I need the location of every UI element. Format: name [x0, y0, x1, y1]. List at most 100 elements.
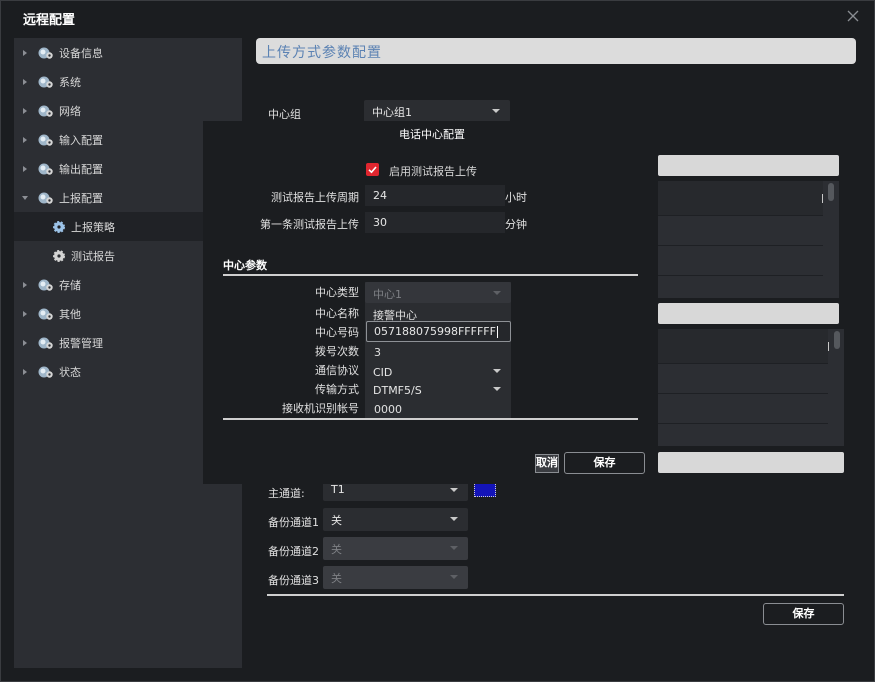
first-report-unit: 分钟 [505, 218, 527, 231]
backup-channel-3-label: 备份通道3 [268, 574, 319, 587]
sidebar-item-label: 状态 [59, 365, 81, 379]
sidebar-item-label: 其他 [59, 307, 81, 321]
backup-channel-1-value: 关 [331, 514, 342, 527]
test-period-input[interactable]: 24 [365, 185, 505, 206]
caret-right-icon[interactable] [23, 78, 27, 85]
sidebar-item-device-info[interactable]: 设备信息 [14, 38, 242, 67]
section-header: 上传方式参数配置 [256, 38, 856, 64]
title-bar: 远程配置 [1, 1, 874, 35]
chevron-down-icon [493, 387, 501, 391]
receiver-id-label: 接收机识别帐号 [282, 402, 359, 415]
center-params-title: 中心参数 [223, 259, 267, 272]
caret-right-icon[interactable] [23, 136, 27, 143]
checkmark-icon [368, 166, 377, 174]
enable-test-report-checkbox[interactable] [366, 163, 379, 176]
gear-globe-icon [38, 337, 53, 349]
save-button[interactable]: 保存 [763, 603, 844, 625]
backup-channel-2-select[interactable]: 关 [323, 537, 468, 560]
center-number-label: 中心号码 [315, 326, 359, 339]
sidebar-item-label: 设备信息 [59, 46, 103, 60]
divider [267, 594, 844, 596]
test-period-unit: 小时 [505, 191, 527, 204]
receiver-id-value[interactable]: 0000 [374, 403, 402, 416]
cancel-button[interactable]: 取消 [535, 454, 559, 473]
gear-globe-icon [38, 279, 53, 291]
gear-globe-icon [38, 308, 53, 320]
main-channel-label: 主通道: [268, 487, 305, 500]
dial-count-value[interactable]: 3 [374, 346, 381, 359]
test-period-label: 测试报告上传周期 [271, 191, 359, 204]
gear-icon [53, 249, 65, 262]
chevron-down-icon [450, 575, 458, 579]
transfer-mode-select[interactable]: DTMF5/S [365, 380, 511, 398]
first-report-label: 第一条测试报告上传 [260, 218, 359, 231]
center-type-select[interactable]: 中心1 [365, 282, 511, 303]
backup-channel-1-select[interactable]: 关 [323, 508, 468, 531]
sidebar-item-label: 网络 [59, 104, 81, 118]
sidebar-item-label: 上报策略 [71, 220, 115, 234]
caret-right-icon[interactable] [23, 310, 27, 317]
focused-setting-button[interactable] [474, 483, 496, 497]
chevron-down-icon [492, 109, 500, 113]
protocol-select[interactable]: CID [365, 362, 511, 380]
backup-channel-2-value: 关 [331, 543, 342, 556]
window-title: 远程配置 [23, 13, 76, 28]
chevron-down-icon [493, 291, 501, 295]
enable-test-report-label: 启用测试报告上传 [389, 165, 477, 178]
sidebar-item-label: 输出配置 [59, 162, 103, 176]
test-period-value: 24 [373, 189, 387, 202]
gear-icon [53, 220, 65, 233]
caret-right-icon[interactable] [23, 107, 27, 114]
chevron-down-icon [493, 369, 501, 373]
scrollbar-thumb[interactable] [834, 331, 840, 349]
list-panel-2[interactable] [658, 329, 844, 446]
center-number-input[interactable]: 057188075998FFFFFF [366, 321, 511, 342]
gear-globe-icon [38, 366, 53, 378]
caret-right-icon[interactable] [23, 368, 27, 375]
section-header-title: 上传方式参数配置 [262, 45, 382, 61]
gear-globe-icon [38, 134, 53, 146]
center-group-value: 中心组1 [372, 106, 412, 119]
divider [223, 418, 638, 420]
caret-down-icon[interactable] [22, 195, 28, 200]
backup-channel-2-label: 备份通道2 [268, 545, 319, 558]
backup-channel-1-label: 备份通道1 [268, 516, 319, 529]
text-cursor [496, 326, 498, 338]
close-icon[interactable] [844, 7, 862, 25]
divider [223, 274, 638, 276]
gear-globe-icon [38, 163, 53, 175]
sidebar-item-label: 系统 [59, 75, 81, 89]
protocol-value: CID [373, 366, 393, 379]
transfer-mode-label: 传输方式 [315, 383, 359, 396]
chevron-down-icon [450, 546, 458, 550]
scrollbar-thumb[interactable] [828, 183, 834, 201]
dial-count-label: 拨号次数 [315, 345, 359, 358]
backup-channel-3-select[interactable]: 关 [323, 566, 468, 589]
center-group-select[interactable]: 中心组1 [364, 100, 510, 122]
caret-right-icon[interactable] [23, 49, 27, 56]
main-channel-value: T1 [331, 483, 345, 496]
protocol-label: 通信协议 [315, 364, 359, 377]
sidebar-item-system[interactable]: 系统 [14, 67, 242, 96]
center-group-label: 中心组 [268, 108, 301, 121]
center-type-label: 中心类型 [315, 286, 359, 299]
list-panel-1[interactable] [658, 181, 839, 298]
caret-right-icon[interactable] [23, 165, 27, 172]
first-report-input[interactable]: 30 [365, 212, 505, 233]
dialog-title: 电话中心配置 [399, 128, 465, 141]
chevron-down-icon [450, 488, 458, 492]
first-report-value: 30 [373, 216, 387, 229]
gear-globe-icon [38, 47, 53, 59]
backup-channel-3-value: 关 [331, 572, 342, 585]
gear-globe-icon [38, 192, 53, 204]
list-header-2 [658, 303, 839, 324]
center-type-value: 中心1 [373, 288, 402, 301]
sidebar-item-label: 测试报告 [71, 249, 115, 263]
caret-right-icon[interactable] [23, 339, 27, 346]
remote-config-window: 远程配置 设备信息 系统 网络 输入配置 输出配置 上报配置 上报策略 测试报告… [0, 0, 875, 682]
dialog-save-button[interactable]: 保存 [564, 452, 645, 474]
gear-globe-icon [38, 105, 53, 117]
sidebar-item-label: 上报配置 [59, 191, 103, 205]
gear-globe-icon [38, 76, 53, 88]
caret-right-icon[interactable] [23, 281, 27, 288]
